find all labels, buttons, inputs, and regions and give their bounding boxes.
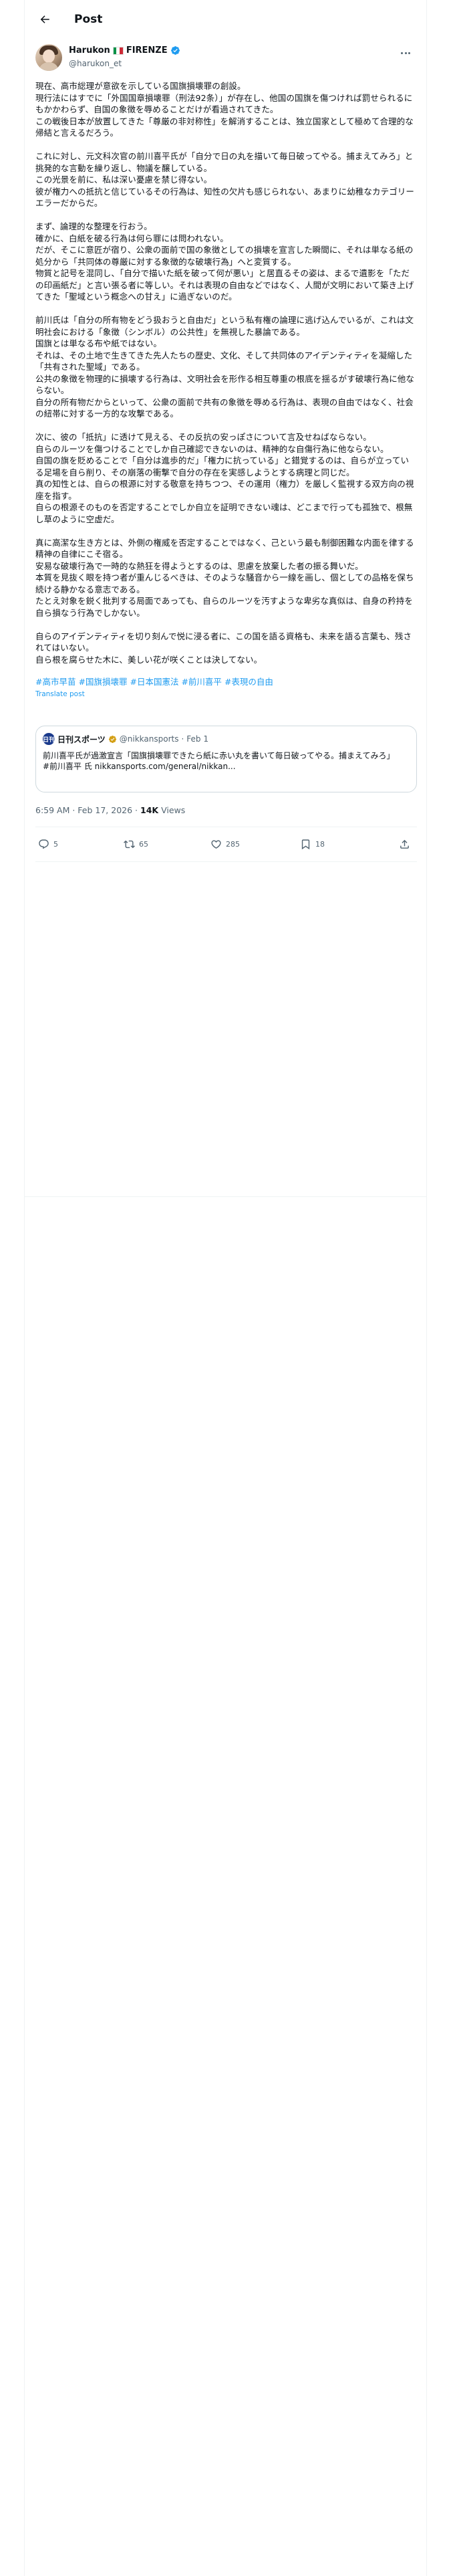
quoted-author-handle: @nikkansports (119, 734, 179, 744)
post-paragraph: まず、論理的な整理を行おう。 確かに、白紙を破る行為は何ら罪には問われない。 だ… (35, 221, 414, 302)
views-count: 14K (140, 805, 159, 815)
divider (25, 1196, 426, 1197)
more-options-button[interactable] (396, 45, 416, 60)
reply-icon (39, 839, 49, 849)
bookmark-icon (301, 839, 310, 849)
post-paragraph: これに対し、元文科次官の前川喜平氏が「自分で日の丸を描いて毎日破ってやる。捕まえ… (35, 151, 415, 208)
hashtag-link[interactable]: #日本国憲法 (130, 676, 178, 688)
arrow-left-icon (40, 15, 49, 23)
share-icon (400, 839, 409, 849)
bookmark-button[interactable]: 18 (300, 839, 325, 850)
quoted-author-name: 日刊スポーツ (57, 734, 106, 744)
quoted-text: 前川喜平氏が過激宣言「国旗損壊罪できたら紙に赤い丸を書いて毎日破ってやる。捕まえ… (43, 751, 395, 771)
repost-count: 65 (139, 839, 148, 849)
avatar[interactable] (35, 44, 62, 71)
back-button[interactable] (33, 7, 57, 31)
author-flag-name[interactable]: FIRENZE (126, 45, 168, 56)
post-paragraph: 自らのアイデンティティを切り刻んで悦に浸る者に、この国を語る資格も、未来を語る言… (35, 631, 412, 665)
hashtag-link[interactable]: #高市早苗 (35, 676, 76, 688)
hashtag-link[interactable]: #表現の自由 (224, 676, 273, 688)
quoted-date: Feb 1 (186, 734, 208, 744)
post-timestamp[interactable]: 6:59 AM · Feb 17, 2026 · (35, 805, 140, 815)
heart-icon (211, 839, 221, 849)
quoted-post[interactable]: 日刊 日刊スポーツ @nikkansports · Feb 1 前川喜平氏が過激… (35, 726, 417, 792)
repost-button[interactable]: 65 (124, 839, 148, 850)
verified-badge-icon (108, 735, 116, 743)
share-button[interactable] (399, 839, 410, 850)
hashtag-list: #高市早苗 #国旗損壊罪 #日本国憲法 #前川喜平 #表現の自由 (35, 676, 417, 688)
bookmark-count: 18 (315, 839, 325, 849)
post-paragraph: 真に高潔な生き方とは、外側の権威を否定することではなく、己という最も制御困難な内… (35, 537, 414, 618)
hashtag-link[interactable]: #前川喜平 (181, 676, 221, 688)
italy-flag-icon (112, 46, 124, 55)
reply-count: 5 (53, 839, 58, 849)
more-dots-icon (401, 51, 410, 54)
quoted-avatar: 日刊 (43, 733, 55, 745)
author-handle[interactable]: @harukon_et (69, 59, 122, 68)
post-column: Post Harukon FIRENZE @harukon_et 現在、高市総理… (24, 0, 427, 2576)
views-label: Views (158, 805, 186, 815)
quoted-post-header: 日刊 日刊スポーツ @nikkansports · Feb 1 (43, 733, 208, 745)
action-bar: 5 65 285 18 (35, 834, 417, 854)
divider (35, 861, 417, 862)
author-name-line[interactable]: Harukon FIRENZE (69, 45, 180, 56)
repost-icon (124, 840, 135, 848)
post-paragraph: 現在、高市総理が意欲を示している国旗損壊罪の創設。 現行法にはすでに「外国国章損… (35, 81, 414, 138)
top-header: Post (25, 0, 426, 39)
post-text: 現在、高市総理が意欲を示している国旗損壊罪の創設。 現行法にはすでに「外国国章損… (35, 80, 417, 698)
like-count: 285 (226, 839, 240, 849)
translate-post-link[interactable]: Translate post (35, 690, 417, 698)
verified-badge-icon (170, 46, 180, 55)
post-paragraph: 前川氏は「自分の所有物をどう扱おうと自由だ」という私有権の論理に逃げ込んでいるが… (35, 315, 415, 419)
post-meta: 6:59 AM · Feb 17, 2026 · 14K Views (35, 805, 185, 815)
reply-button[interactable]: 5 (38, 839, 58, 850)
hashtag-link[interactable]: #国旗損壊罪 (78, 676, 127, 688)
author-row: Harukon FIRENZE @harukon_et (35, 44, 416, 74)
quoted-separator: · (181, 734, 184, 744)
page-title: Post (74, 13, 103, 26)
post-paragraph: 次に、彼の「抵抗」に透けて見える、その反抗の安っぽさについて言及せねばならない。… (35, 432, 414, 524)
author-name[interactable]: Harukon (69, 45, 110, 56)
like-button[interactable]: 285 (210, 839, 240, 850)
